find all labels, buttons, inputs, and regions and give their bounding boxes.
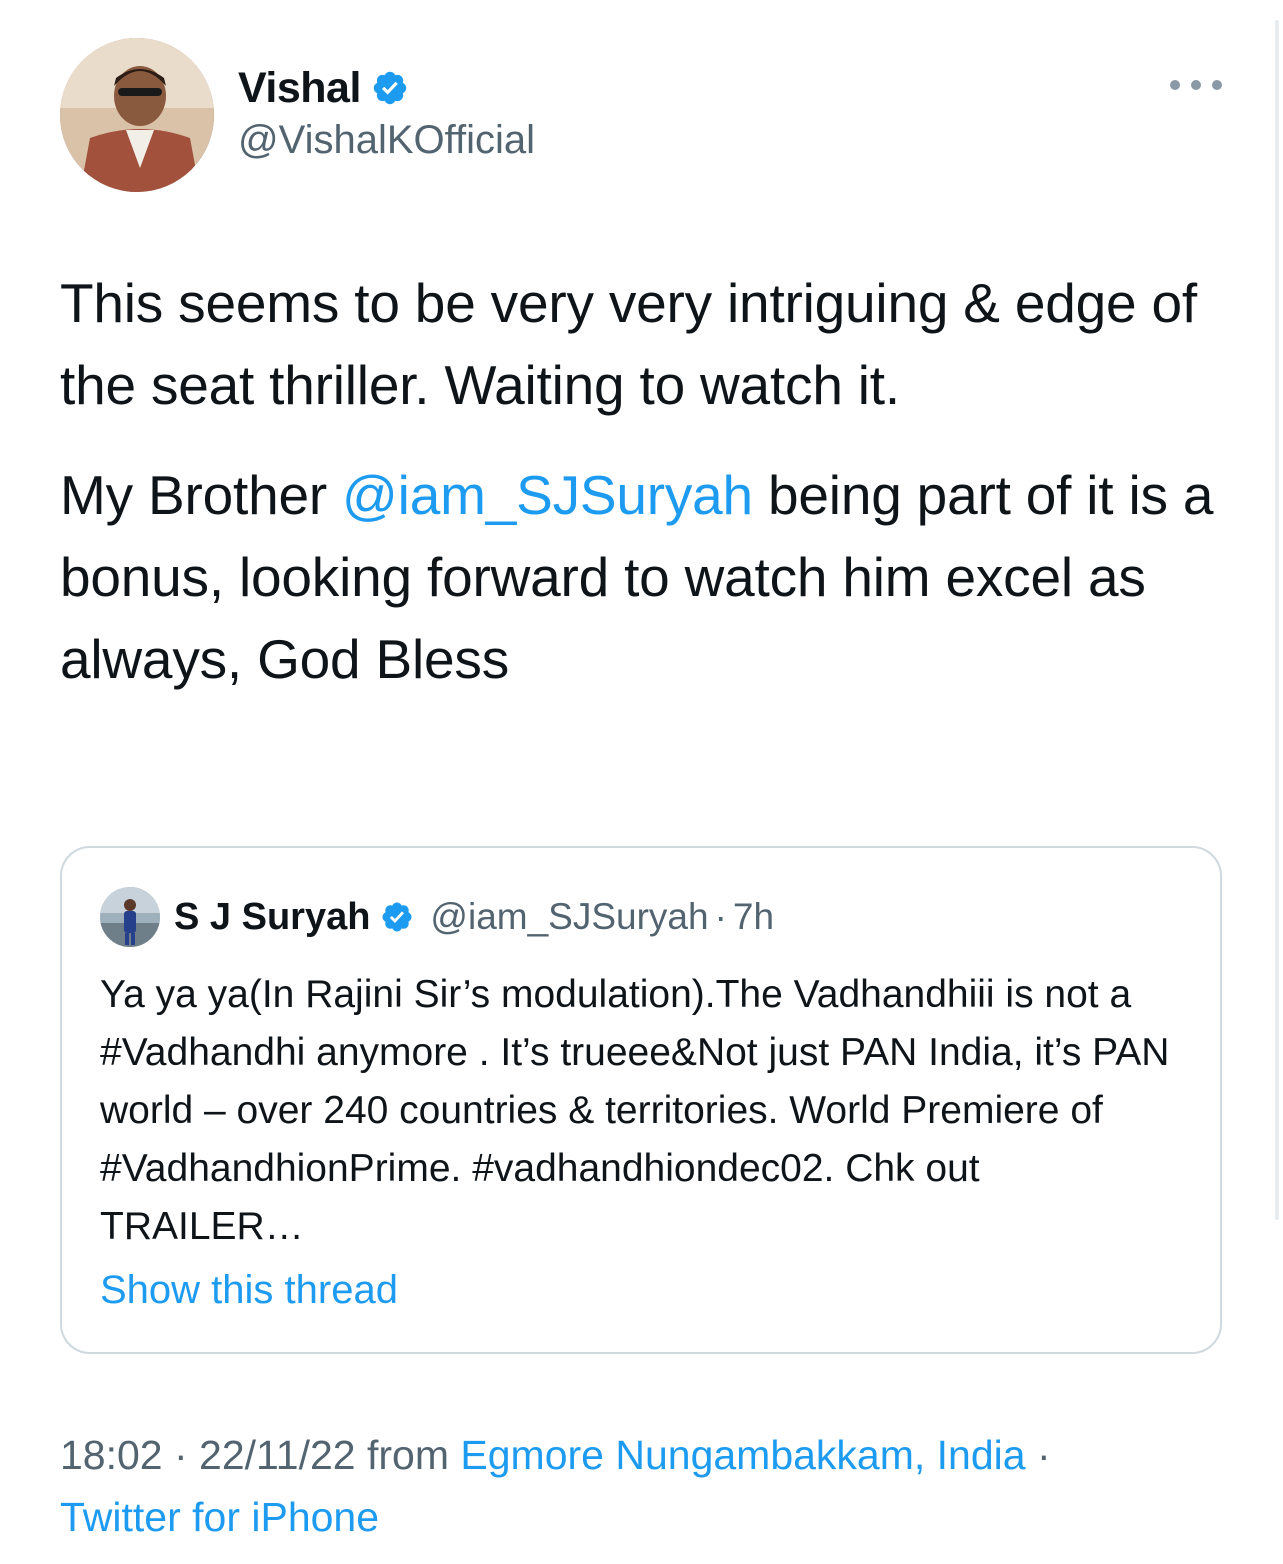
author-avatar[interactable] bbox=[60, 38, 214, 192]
tweet-text: This seems to be very very intriguing & … bbox=[60, 262, 1240, 700]
tweet-date[interactable]: 22/11/22 bbox=[199, 1432, 356, 1478]
quoted-separator: · bbox=[714, 896, 727, 937]
scrollbar[interactable] bbox=[1275, 20, 1279, 1220]
quoted-tweet-text: Ya ya ya(In Rajini Sir’s modulation).The… bbox=[100, 973, 1170, 1248]
location-link[interactable]: Egmore Nungambakkam, India bbox=[460, 1432, 1025, 1478]
tweet-paragraph: My Brother @iam_SJSuryah being part of i… bbox=[60, 454, 1240, 700]
tweet-time[interactable]: 18:02 bbox=[60, 1432, 163, 1478]
more-dot bbox=[1170, 80, 1180, 90]
more-dot bbox=[1212, 80, 1222, 90]
tweet-text-segment: My Brother bbox=[60, 464, 343, 526]
quoted-author-avatar[interactable] bbox=[100, 887, 160, 947]
author-display-name[interactable]: Vishal bbox=[238, 64, 361, 113]
verified-badge-icon bbox=[382, 902, 412, 932]
client-link[interactable]: Twitter for iPhone bbox=[60, 1494, 379, 1540]
more-dot bbox=[1191, 80, 1201, 90]
quoted-author-name[interactable]: S J Suryah bbox=[174, 896, 370, 939]
tweet-paragraph: This seems to be very very intriguing & … bbox=[60, 272, 1197, 416]
mention-link[interactable]: @iam_SJSuryah bbox=[342, 464, 753, 526]
show-thread-link[interactable]: Show this thread bbox=[100, 1268, 398, 1313]
meta-separator: · bbox=[162, 1432, 200, 1478]
quoted-tweet-card[interactable]: S J Suryah @iam_SJSuryah · 7h Ya ya ya(I… bbox=[60, 846, 1222, 1354]
quoted-tweet-header: S J Suryah @iam_SJSuryah · 7h bbox=[100, 886, 774, 948]
tweet-detail: Vishal @VishalKOfficial This seems to be… bbox=[0, 0, 1283, 1564]
meta-from: from bbox=[355, 1432, 461, 1478]
author-handle[interactable]: @VishalKOfficial bbox=[238, 118, 535, 163]
more-options-icon[interactable] bbox=[1170, 70, 1222, 100]
tweet-metadata: 18:02 · 22/11/22 from Egmore Nungambakka… bbox=[60, 1424, 1240, 1548]
quoted-timestamp[interactable]: 7h bbox=[733, 896, 774, 938]
meta-separator: · bbox=[1025, 1432, 1051, 1478]
quoted-author-handle[interactable]: @iam_SJSuryah bbox=[430, 896, 708, 938]
verified-badge-icon bbox=[373, 71, 407, 105]
